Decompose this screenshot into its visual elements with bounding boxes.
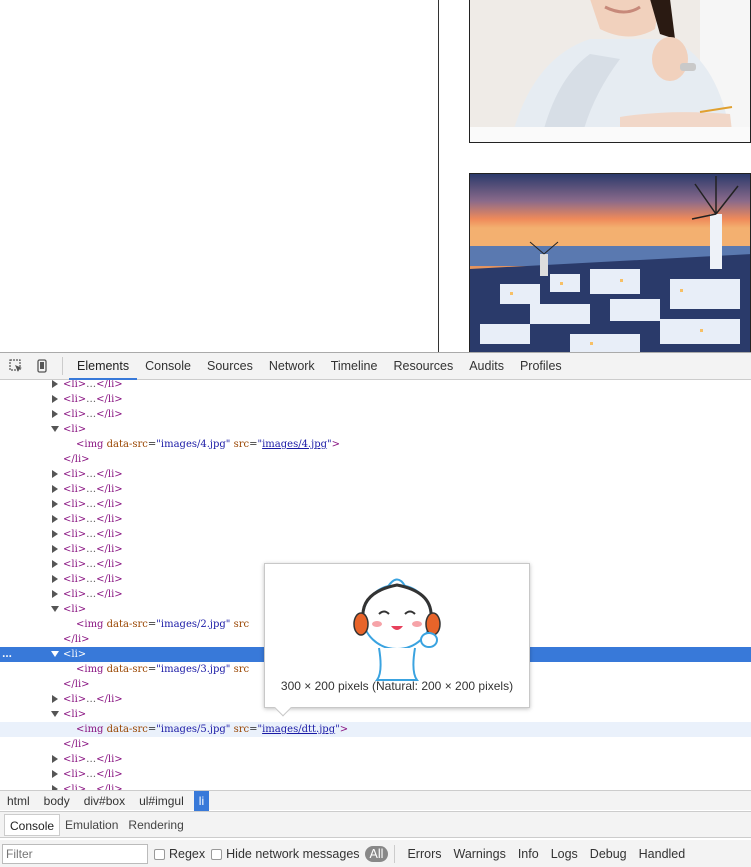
hide-network-label: Hide network messages	[226, 847, 360, 861]
tab-elements[interactable]: Elements	[69, 353, 138, 380]
tree-row-img[interactable]: <img data-src="images/5.jpg" src="images…	[0, 722, 751, 737]
drawer-tab-emulation[interactable]: Emulation	[60, 814, 123, 836]
tab-network[interactable]: Network	[261, 353, 323, 380]
tree-row-li-collapsed[interactable]: <li>…</li>	[0, 752, 751, 767]
breadcrumb-html[interactable]: html	[0, 791, 37, 811]
tree-row-li-collapsed[interactable]: <li>…</li>	[0, 542, 751, 557]
hide-network-checkbox[interactable]: Hide network messages	[211, 847, 360, 861]
drawer-tabs: Console Emulation Rendering	[0, 811, 751, 838]
tab-profiles[interactable]: Profiles	[512, 353, 570, 380]
filter-input[interactable]	[2, 844, 148, 864]
tab-audits[interactable]: Audits	[461, 353, 512, 380]
tree-row-li-collapsed[interactable]: <li>…</li>	[0, 527, 751, 542]
devtools-toolbar: Elements Console Sources Network Timelin…	[0, 353, 751, 380]
tree-row-img[interactable]: <img data-src="images/4.jpg" src="images…	[0, 437, 751, 452]
regex-label: Regex	[169, 847, 206, 861]
drawer-tab-rendering[interactable]: Rendering	[123, 814, 188, 836]
regex-checkbox[interactable]: Regex	[154, 847, 205, 861]
tree-row-li-collapsed[interactable]: <li>…</li>	[0, 482, 751, 497]
image-dimensions-caption: 300 × 200 pixels (Natural: 200 × 200 pix…	[280, 679, 514, 693]
drawer-tab-console[interactable]: Console	[4, 813, 61, 836]
inspect-element-icon[interactable]	[6, 356, 26, 376]
level-debug[interactable]: Debug	[584, 847, 633, 861]
tab-timeline[interactable]: Timeline	[323, 353, 386, 380]
breadcrumb-body[interactable]: body	[37, 791, 77, 811]
tree-row-li-close[interactable]: </li>	[0, 737, 751, 752]
tree-row-li-expanded[interactable]: <li>	[0, 422, 751, 437]
tree-row-li-collapsed[interactable]: <li>…</li>	[0, 392, 751, 407]
device-mode-icon[interactable]	[32, 356, 52, 376]
toolbar-separator	[62, 357, 63, 375]
level-errors[interactable]: Errors	[401, 847, 447, 861]
tree-row-li-collapsed[interactable]: <li>…</li>	[0, 782, 751, 790]
level-info[interactable]: Info	[512, 847, 545, 861]
breadcrumb-div-box[interactable]: div#box	[77, 791, 132, 811]
photo-woman-headset	[469, 0, 751, 143]
page-divider-line	[438, 0, 439, 352]
breadcrumb-ul-imgul[interactable]: ul#imgul	[132, 791, 191, 811]
tab-sources[interactable]: Sources	[199, 353, 261, 380]
tab-console[interactable]: Console	[137, 353, 199, 380]
level-all[interactable]: All	[364, 846, 389, 862]
photo-santorini	[469, 173, 751, 352]
level-handled[interactable]: Handled	[633, 847, 692, 861]
image-preview-mascot	[353, 578, 441, 681]
level-logs[interactable]: Logs	[545, 847, 584, 861]
tree-row-li-collapsed[interactable]: <li>…</li>	[0, 512, 751, 527]
filter-separator	[394, 845, 396, 863]
tree-row-li-collapsed[interactable]: <li>…</li>	[0, 380, 751, 392]
regex-checkbox-box[interactable]	[154, 848, 165, 860]
tree-row-li-collapsed[interactable]: <li>…</li>	[0, 767, 751, 782]
page-viewport	[0, 0, 751, 352]
tree-row-li-collapsed[interactable]: <li>…</li>	[0, 407, 751, 422]
tab-resources[interactable]: Resources	[385, 353, 461, 380]
breadcrumb: html body div#box ul#imgul li	[0, 790, 751, 811]
breadcrumb-li[interactable]: li	[193, 790, 210, 811]
hide-network-checkbox-box[interactable]	[211, 848, 223, 860]
tree-row-li-collapsed[interactable]: <li>…</li>	[0, 467, 751, 482]
image-preview-tooltip: 300 × 200 pixels (Natural: 200 × 200 pix…	[264, 563, 530, 717]
console-filter-bar: Regex Hide network messages All Errors W…	[0, 840, 751, 867]
tree-row-li-expanded[interactable]: <li>	[0, 707, 751, 722]
tree-row-li-close[interactable]: </li>	[0, 452, 751, 467]
tree-row-li-collapsed[interactable]: <li>…</li>	[0, 497, 751, 512]
level-warnings[interactable]: Warnings	[447, 847, 511, 861]
